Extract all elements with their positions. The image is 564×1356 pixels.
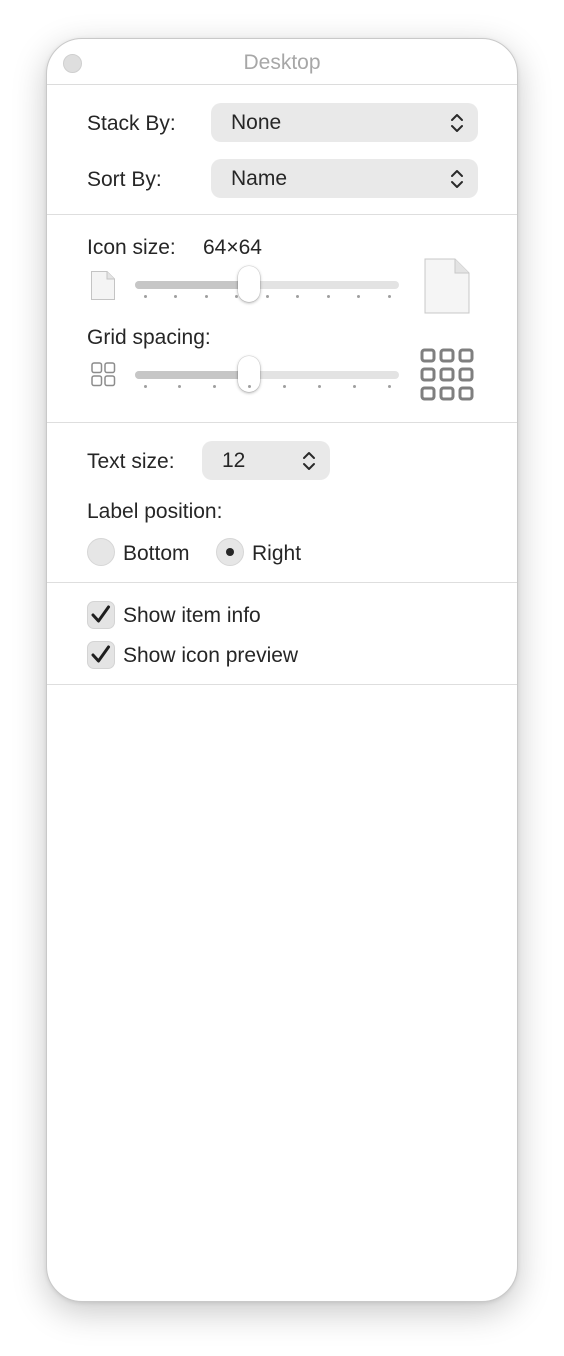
section-divider [47,684,517,685]
slider-tick [357,295,360,298]
chevron-updown-icon [451,114,463,132]
show-icon-preview-checkbox[interactable] [87,641,115,669]
view-options-window: Desktop Stack By: None Sort By: Name Ico… [46,38,518,1302]
slider-tick [282,385,286,388]
chevron-updown-icon [451,170,463,188]
slider-tick [296,295,299,298]
sort-by-value: Name [231,167,288,190]
right-radio-label[interactable]: Right [252,542,301,566]
slider-tick [326,295,330,298]
icon-size-fill [135,281,249,289]
stack-by-popup[interactable]: None [211,103,478,142]
text-size-label: Text size: [87,450,175,473]
chevron-updown-icon [303,452,315,470]
slider-tick [235,295,238,298]
grid-spacing-track[interactable] [135,371,399,379]
show-item-info-checkbox[interactable] [87,601,115,629]
show-icon-preview-label[interactable]: Show icon preview [123,644,298,668]
icon-size-value: 64×64 [203,236,262,259]
grid-spacing-fill [135,371,249,379]
checkmark-icon [91,645,110,663]
slider-tick [265,295,269,298]
sort-by-label: Sort By: [87,168,162,191]
radio-selected-dot [226,548,234,556]
title-bar[interactable]: Desktop [47,39,517,85]
slider-tick [204,295,208,298]
icon-size-label: Icon size: [87,236,176,259]
slider-tick [143,385,147,388]
grid-spacing-label: Grid spacing: [87,326,211,349]
slider-tick [387,385,391,388]
slider-tick [143,295,147,298]
large-grid-icon [420,348,474,401]
show-item-info-label[interactable]: Show item info [123,604,261,628]
bottom-radio-label[interactable]: Bottom [123,542,190,566]
window-title: Desktop [243,51,321,74]
right-radio[interactable] [216,538,244,566]
icon-size-track[interactable] [135,281,399,289]
small-document-icon [91,271,115,300]
text-size-popup[interactable]: 12 [202,441,330,480]
section-divider [47,214,517,215]
large-document-icon [424,258,470,314]
slider-tick [213,385,217,388]
slider-tick [352,385,356,388]
slider-tick [387,295,391,298]
checkmark-icon [91,605,110,623]
label-position-label: Label position: [87,500,223,523]
icon-size-knob[interactable] [237,266,260,302]
section-divider [47,422,517,423]
sort-by-popup[interactable]: Name [211,159,478,198]
stack-by-value: None [231,111,282,134]
text-size-value: 12 [222,449,246,472]
slider-tick [178,385,182,388]
slider-tick [174,295,177,298]
bottom-radio[interactable] [87,538,115,566]
section-divider [47,582,517,583]
slider-tick [317,385,321,388]
stack-by-label: Stack By: [87,112,176,135]
small-grid-icon [91,362,116,387]
